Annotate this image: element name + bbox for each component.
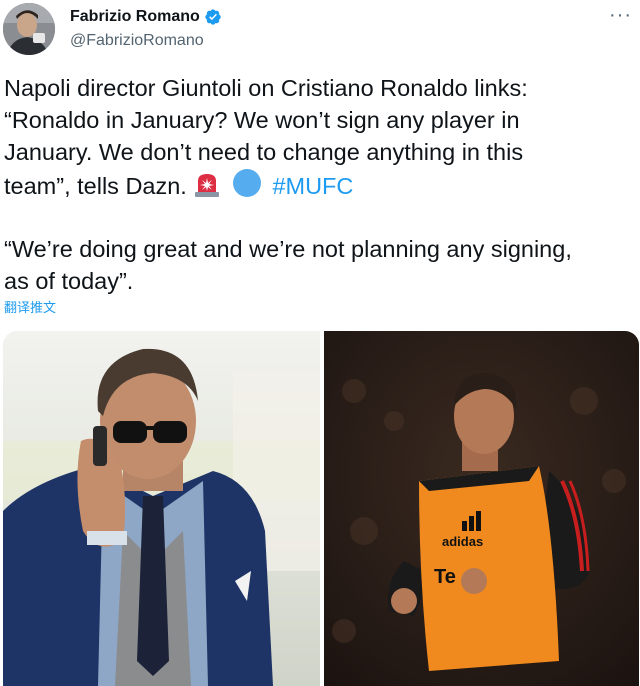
- media-photo-right[interactable]: adidas Te: [324, 331, 639, 686]
- hashtag-link[interactable]: #MUFC: [272, 173, 353, 199]
- siren-emoji-icon: [195, 174, 220, 197]
- tweet-text-line-with-hashtag: team”, tells Dazn. #MUFC: [4, 168, 634, 202]
- footballer-in-orange-training-bib-photo-icon: adidas Te: [324, 331, 639, 686]
- more-dots-icon[interactable]: ···: [609, 4, 632, 27]
- tweet-text-line: “Ronaldo in January? We won’t sign any p…: [4, 107, 520, 133]
- translate-tweet-link[interactable]: 翻译推文: [4, 297, 56, 316]
- tweet-header: Fabrizio Romano @FabrizioRomano ···: [0, 0, 640, 60]
- verified-badge-icon: [205, 9, 221, 25]
- author-block: Fabrizio Romano @FabrizioRomano: [70, 7, 222, 50]
- tweet-text-line: Napoli director Giuntoli on Cristiano Ro…: [4, 75, 528, 101]
- tweet-body: Napoli director Giuntoli on Cristiano Ro…: [4, 72, 634, 297]
- tweet-media-grid: adidas Te: [3, 331, 639, 686]
- blue-circle-emoji-icon: [232, 169, 261, 197]
- bib-sponsor-text: Te: [434, 566, 456, 588]
- author-display-name[interactable]: Fabrizio Romano: [70, 8, 200, 26]
- man-in-sunglasses-on-phone-photo-icon: [3, 331, 320, 686]
- media-photo-left[interactable]: [3, 331, 320, 686]
- author-avatar[interactable]: [3, 3, 55, 55]
- tweet-text-line: January. We don’t need to change anythin…: [4, 139, 524, 165]
- bib-brand-text: adidas: [442, 534, 483, 549]
- avatar-photo-icon: [3, 3, 55, 55]
- author-handle[interactable]: @FabrizioRomano: [70, 32, 222, 50]
- tweet-quote-line: as of today”.: [4, 268, 134, 294]
- tweet-quote-line: “We’re doing great and we’re not plannin…: [4, 236, 572, 262]
- tweet-text-line: team”, tells Dazn.: [4, 173, 187, 199]
